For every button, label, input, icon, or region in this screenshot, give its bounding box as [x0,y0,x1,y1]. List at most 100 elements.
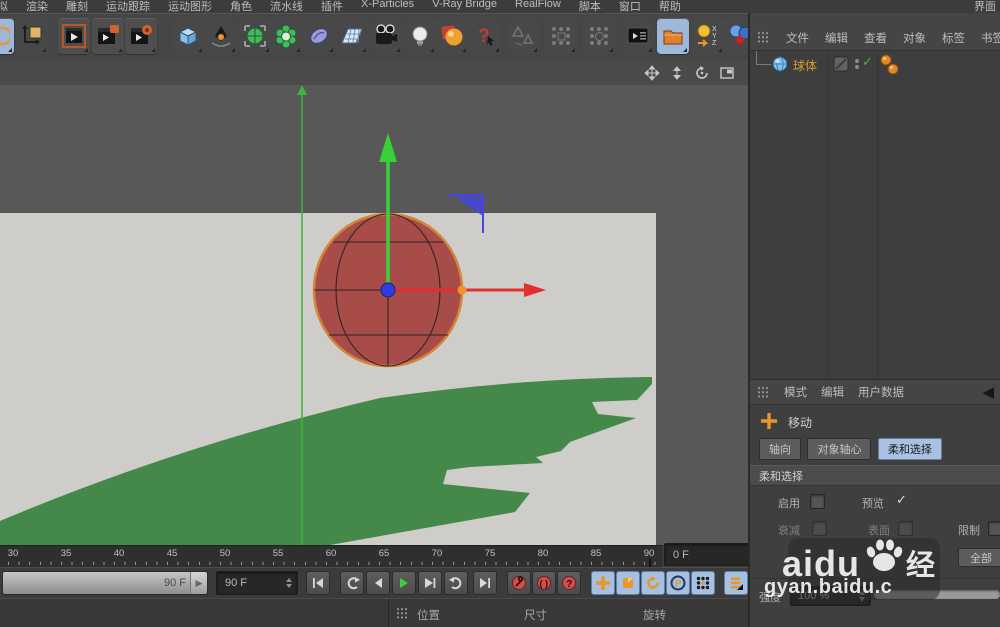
key-parameter-button[interactable]: P [666,571,690,595]
menu-character[interactable]: 角色 [230,0,252,13]
am-menu-userdata[interactable]: 用户数据 [858,384,904,400]
render-picture-viewer-icon[interactable] [92,18,124,54]
visibility-toggle-icon[interactable] [833,56,849,77]
snap-grid-alt-icon[interactable] [583,18,615,54]
enable-checkbox[interactable] [810,494,825,509]
help-icon[interactable]: ? [469,18,501,54]
menu-plugins[interactable]: 插件 [321,0,343,13]
tab-soft-selection[interactable]: 柔和选择 [878,438,942,460]
menu-motion-tracker[interactable]: 运动跟踪 [106,0,150,13]
add-cube-icon[interactable] [172,18,204,54]
editor-render-dots-icon[interactable] [853,56,861,77]
restrict-label: 限制 [958,522,980,538]
falloff-checkbox[interactable] [812,521,827,536]
material-icon[interactable] [436,18,468,54]
render-settings-icon[interactable] [125,18,157,54]
tag-icons[interactable] [879,53,901,80]
timeline-ruler[interactable]: 30 35 40 45 50 55 60 65 70 75 80 85 90 [0,545,662,568]
screen-render-icon[interactable] [622,18,654,54]
current-frame-field[interactable]: 0 F [664,543,760,566]
object-tree[interactable]: 球体 ✓ [750,51,1000,379]
om-menu-tag[interactable]: 标签 [942,30,965,46]
preview-check-icon[interactable]: ✓ [896,492,907,508]
panel-drag-handle[interactable] [757,386,770,399]
strength-slider[interactable] [874,590,1000,599]
cycle-button[interactable] [444,571,468,595]
loop-mode-button[interactable] [340,571,364,595]
menu-help[interactable]: 帮助 [659,0,681,13]
autokey-button[interactable]: ( ) [532,571,556,595]
om-menu-view[interactable]: 查看 [864,30,887,46]
live-selection-icon[interactable] [0,18,14,54]
panel-drag-handle[interactable] [396,607,409,620]
next-frame-button[interactable] [418,571,442,595]
environment-icon[interactable] [303,18,335,54]
om-menu-file[interactable]: 文件 [786,30,809,46]
am-menu-mode[interactable]: 模式 [784,384,807,400]
light-icon[interactable] [404,18,436,54]
menu-simulate[interactable]: 模拟 [0,0,8,13]
stepper-icon[interactable] [286,578,297,588]
play-forward-button[interactable] [392,571,416,595]
coordinates-xyz-icon[interactable]: XYZ [692,18,724,54]
menu-window[interactable]: 窗口 [619,0,641,13]
render-view-icon[interactable] [58,18,90,54]
object-origin-point[interactable] [381,283,395,297]
menu-sculpt[interactable]: 雕刻 [66,0,88,13]
menu-pipeline[interactable]: 流水线 [270,0,303,13]
restrict-checkbox[interactable] [988,521,1000,536]
snap-grid-icon[interactable] [545,18,577,54]
am-menu-edit[interactable]: 编辑 [821,384,844,400]
slider-nub-icon[interactable]: ▶ [190,572,207,594]
record-keyframe-button[interactable] [507,571,531,595]
sphere-object-icon[interactable] [772,56,788,77]
axis-workplane-icon[interactable] [16,18,48,54]
camera-icon[interactable] [370,18,402,54]
menu-realflow[interactable]: RealFlow [515,0,561,13]
play-backward-button[interactable] [366,571,390,595]
om-menu-bookmark[interactable]: 书签 [981,30,1000,46]
menu-xparticles[interactable]: X-Particles [361,0,414,13]
goto-start-button[interactable] [306,571,330,595]
toggle-layout-icon[interactable] [717,63,736,82]
object-row-sphere[interactable]: 球体 ✓ [750,51,1000,77]
content-browser-icon[interactable] [657,18,689,54]
object-name-label[interactable]: 球体 [793,57,817,74]
tab-axis[interactable]: 轴向 [759,438,801,460]
tab-object-axis[interactable]: 对象轴心 [807,438,871,460]
restrict-all-dropdown[interactable]: 全部 [958,548,1000,567]
menu-interface[interactable]: 界面 [974,0,996,13]
history-back-icon[interactable]: ◀ [982,383,994,401]
menu-script[interactable]: 脚本 [579,0,601,13]
surface-checkbox[interactable] [898,521,913,536]
menu-render[interactable]: 渲染 [26,0,48,13]
workplane-grid-icon[interactable] [336,18,368,54]
axis-tool-disabled-icon[interactable] [507,18,539,54]
om-menu-edit[interactable]: 编辑 [825,30,848,46]
goto-end-button[interactable] [473,571,497,595]
key-rotation-button[interactable] [641,571,665,595]
timeline-range-slider[interactable]: 90 F ▶ [2,571,208,595]
menu-vray[interactable]: V-Ray Bridge [432,0,497,13]
subdivision-surface-icon[interactable] [239,18,271,54]
key-pla-button[interactable] [691,571,715,595]
viewport[interactable] [0,85,748,545]
om-menu-object[interactable]: 对象 [903,30,926,46]
end-frame-field[interactable]: 90 F [216,571,298,595]
enable-check-icon[interactable]: ✓ [862,54,873,70]
timeline-mode-button[interactable] [724,571,748,595]
stepper-icon[interactable] [859,591,870,601]
pen-spline-icon[interactable] [205,18,237,54]
key-position-button[interactable] [591,571,615,595]
keyframe-selection-button[interactable]: ? [557,571,581,595]
section-header-soft-selection[interactable]: 柔和选择 [750,465,1000,486]
strength-value: 100 % [798,590,829,602]
rotate-view-icon[interactable] [692,63,711,82]
deformer-icon[interactable] [270,18,302,54]
menu-mograph[interactable]: 运动图形 [168,0,212,13]
panel-drag-handle[interactable] [757,31,770,44]
pan-view-icon[interactable] [642,63,661,82]
zoom-view-icon[interactable] [667,63,686,82]
key-scale-button[interactable] [616,571,640,595]
strength-field[interactable]: 100 % [790,586,871,606]
